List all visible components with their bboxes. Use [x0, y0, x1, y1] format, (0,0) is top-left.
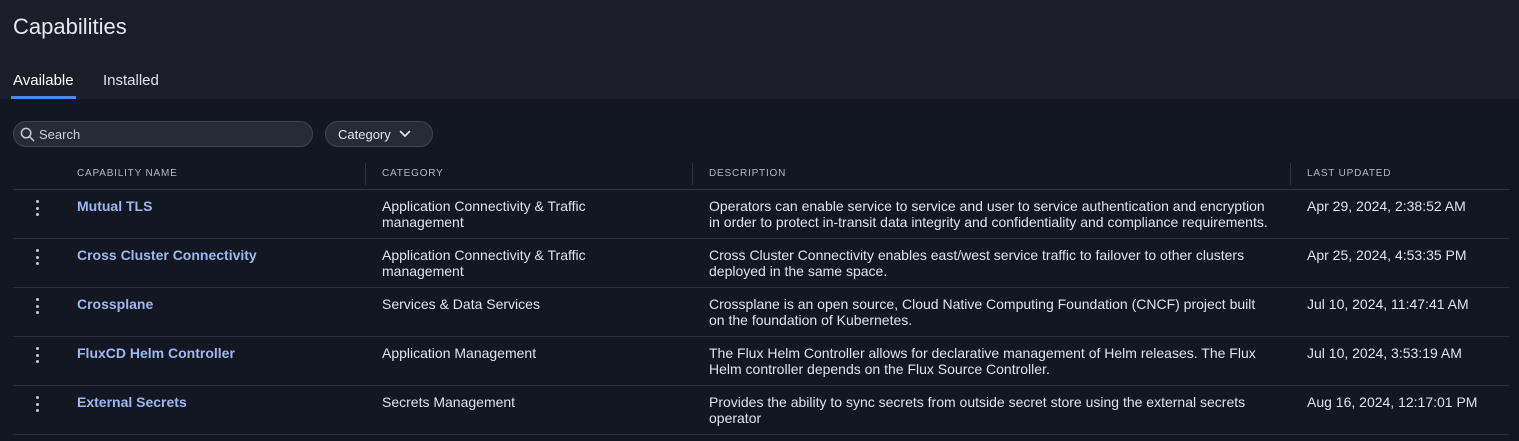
capability-last-updated: Apr 29, 2024, 2:38:52 AM [1307, 198, 1466, 214]
capability-name-link[interactable]: External Secrets [77, 394, 187, 410]
capability-category: Application Connectivity & Traffic manag… [382, 247, 586, 279]
capability-description: Operators can enable service to service … [709, 198, 1268, 230]
table-row: Mutual TLS Application Connectivity & Tr… [13, 190, 1509, 239]
capability-category: Application Connectivity & Traffic manag… [382, 198, 586, 230]
table-row: Crossplane Services & Data Services Cros… [13, 288, 1509, 337]
capability-last-updated: Jul 10, 2024, 3:53:19 AM [1307, 345, 1462, 361]
column-header-description[interactable]: DESCRIPTION [709, 158, 786, 189]
table-header: CAPABILITY NAME CATEGORY DESCRIPTION LAS… [13, 158, 1509, 190]
capability-name-link[interactable]: Cross Cluster Connectivity [77, 247, 257, 263]
row-actions-kebab-icon[interactable] [31, 394, 43, 414]
capability-description: Cross Cluster Connectivity enables east/… [709, 247, 1245, 279]
column-header-name[interactable]: CAPABILITY NAME [77, 158, 178, 189]
row-actions-kebab-icon[interactable] [31, 296, 43, 316]
category-filter-button[interactable]: Category [325, 121, 433, 147]
search-box[interactable] [13, 121, 313, 147]
page-title: Capabilities [13, 14, 127, 39]
search-icon [20, 127, 35, 141]
capability-category: Services & Data Services [382, 296, 540, 312]
row-actions-kebab-icon[interactable] [31, 345, 43, 365]
capability-description: Crossplane is an open source, Cloud Nati… [709, 296, 1256, 328]
table-row: FluxCD Helm Controller Application Manag… [13, 337, 1509, 386]
capability-last-updated: Jul 10, 2024, 11:47:41 AM [1307, 296, 1469, 312]
row-actions-kebab-icon[interactable] [31, 247, 43, 267]
page-header: Capabilities Available Installed [0, 0, 1519, 99]
tab-installed[interactable]: Installed [103, 62, 159, 99]
capability-description: The Flux Helm Controller allows for decl… [709, 345, 1256, 377]
search-input[interactable] [39, 126, 299, 142]
column-divider[interactable] [692, 163, 693, 185]
capability-last-updated: Aug 16, 2024, 12:17:01 PM [1307, 394, 1478, 410]
column-divider[interactable] [365, 163, 366, 185]
table-row: External Secrets Secrets Management Prov… [13, 386, 1509, 435]
chevron-down-icon [399, 130, 411, 137]
capability-description: Provides the ability to sync secrets fro… [709, 394, 1246, 426]
tab-installed-label: Installed [103, 72, 159, 89]
capability-category: Application Management [382, 345, 537, 361]
tab-bar: Available Installed [0, 62, 1519, 99]
tab-available[interactable]: Available [11, 62, 76, 99]
active-tab-indicator [11, 96, 76, 99]
row-actions-kebab-icon[interactable] [31, 198, 43, 218]
capability-name-link[interactable]: FluxCD Helm Controller [77, 345, 235, 361]
capability-name-link[interactable]: Crossplane [77, 296, 153, 312]
capability-last-updated: Apr 25, 2024, 4:53:35 PM [1307, 247, 1467, 263]
capability-name-link[interactable]: Mutual TLS [77, 198, 152, 214]
capabilities-table: CAPABILITY NAME CATEGORY DESCRIPTION LAS… [13, 158, 1509, 435]
table-row: Cross Cluster Connectivity Application C… [13, 239, 1509, 288]
capability-category: Secrets Management [382, 394, 516, 410]
column-header-last-updated[interactable]: LAST UPDATED [1307, 158, 1391, 189]
tab-available-label: Available [13, 72, 74, 89]
category-filter-label: Category [338, 126, 391, 142]
column-header-category[interactable]: CATEGORY [382, 158, 444, 189]
column-divider[interactable] [1290, 163, 1291, 185]
